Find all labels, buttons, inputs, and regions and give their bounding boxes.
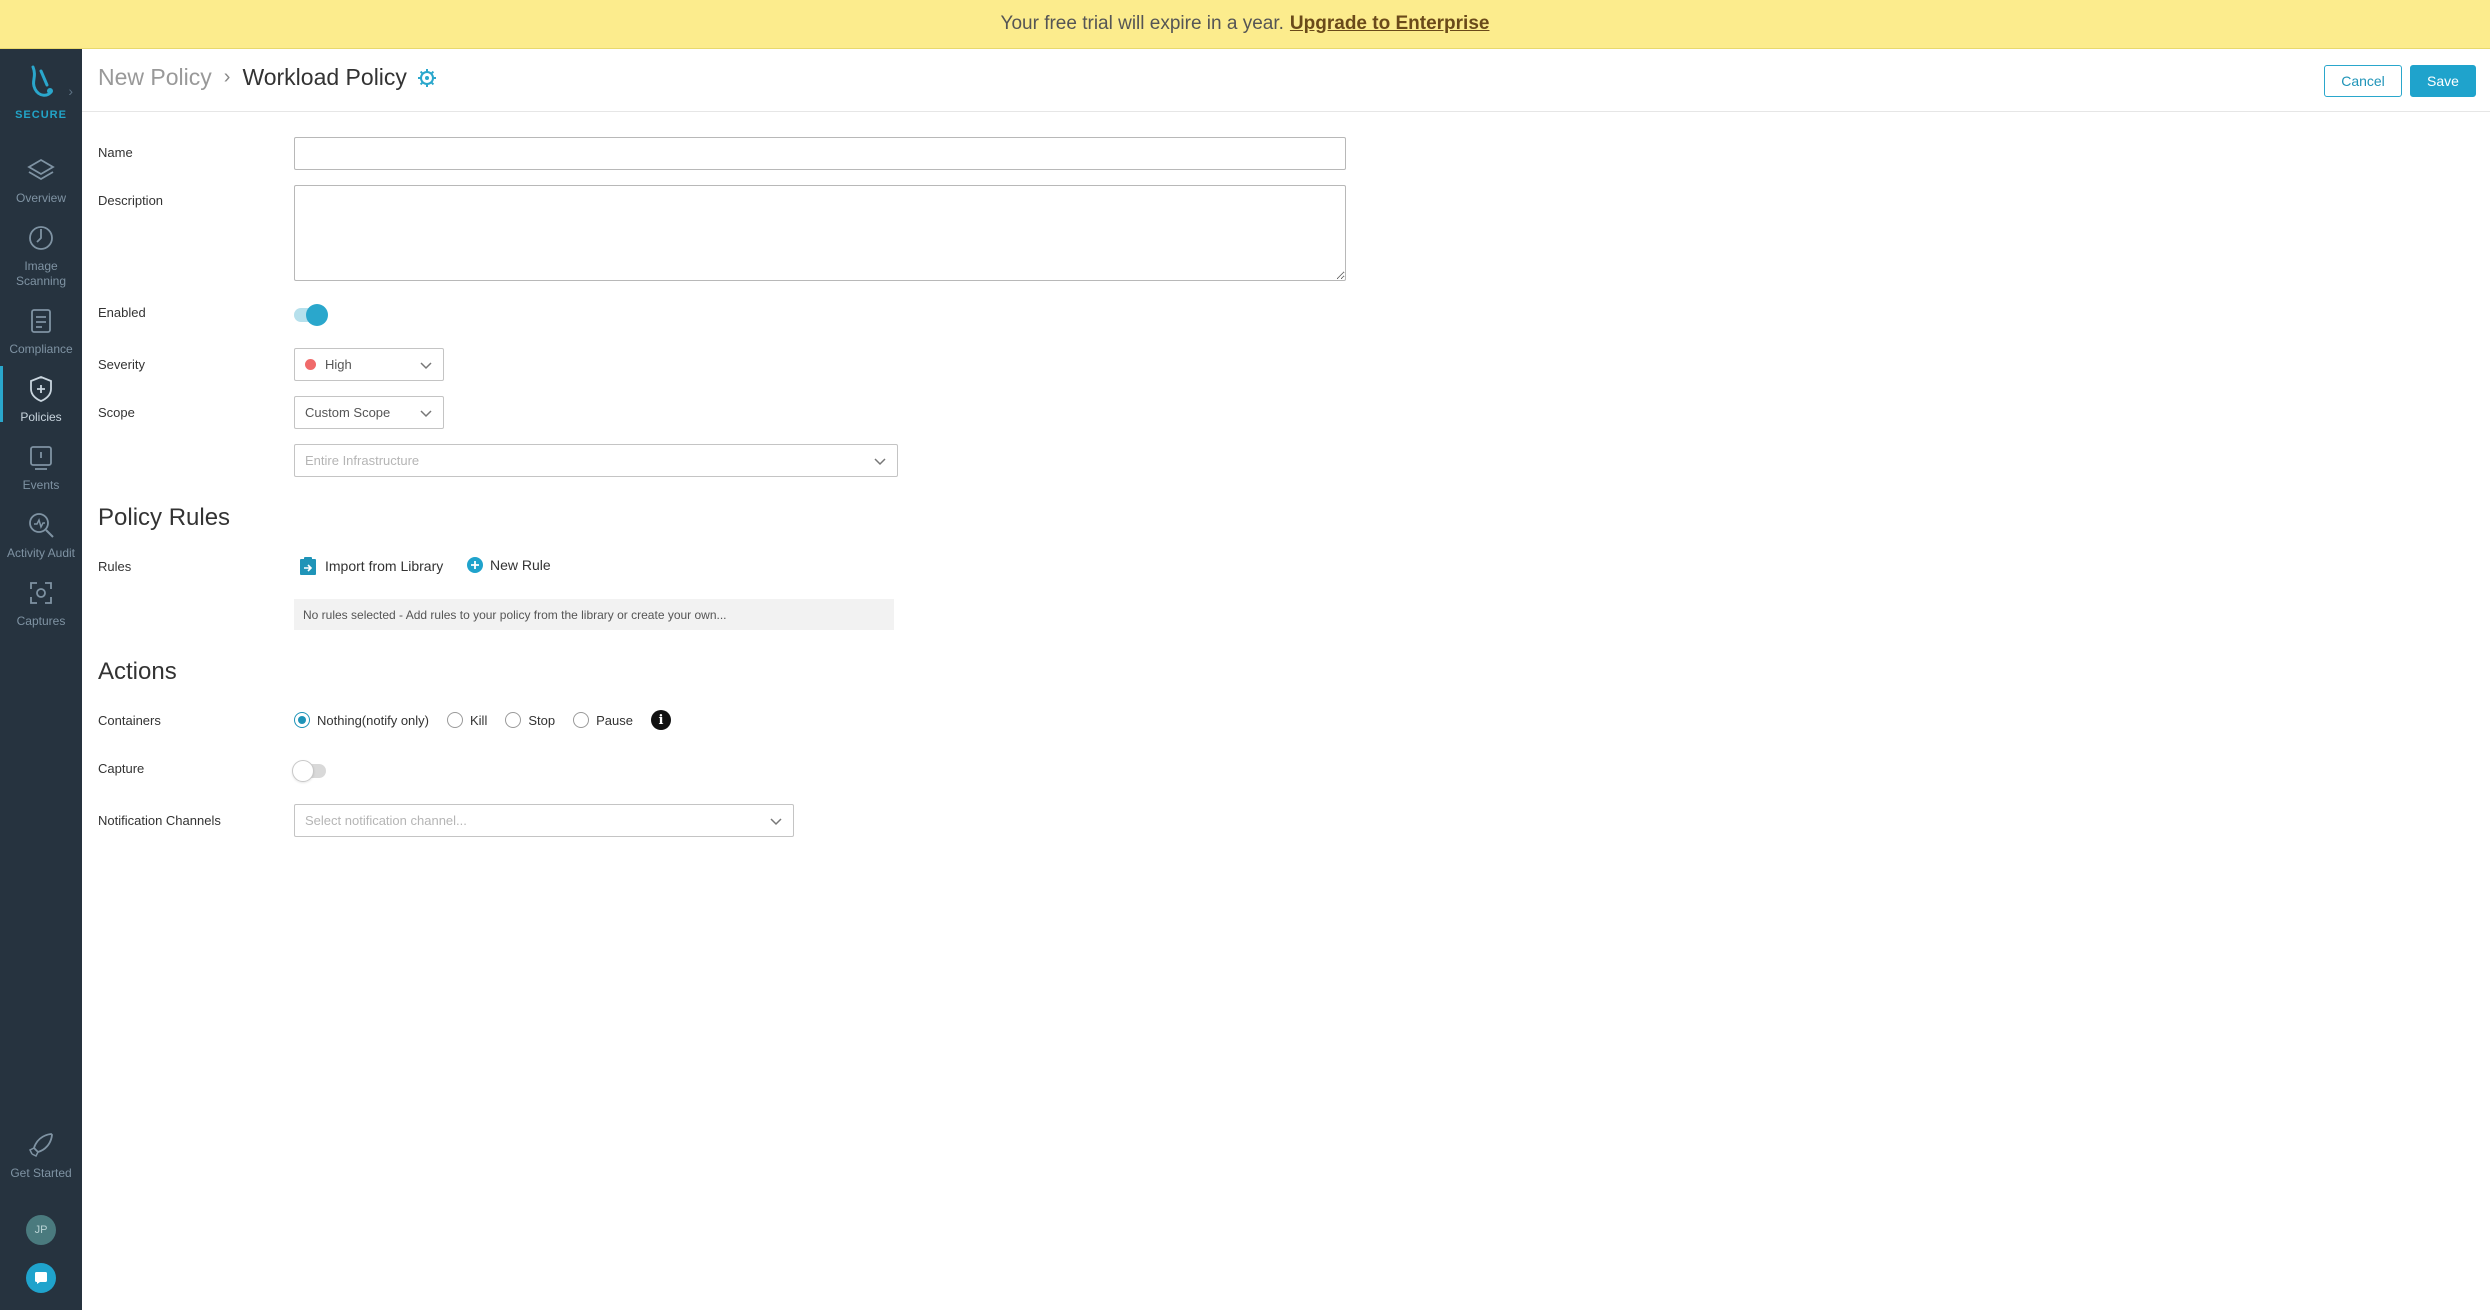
breadcrumb-parent[interactable]: New Policy (98, 64, 212, 91)
radio-label: Stop (528, 712, 556, 728)
radio-kill[interactable]: Kill (447, 712, 487, 728)
chevron-down-icon (874, 458, 886, 466)
radio-label: Nothing(notify only) (317, 712, 429, 728)
toggle-knob (292, 760, 314, 782)
radio-label: Kill (470, 712, 488, 728)
name-label: Name (98, 145, 133, 160)
sidebar: SECURE › Overview Image Scanning Complia… (0, 49, 82, 1310)
new-rule-label: New Rule (490, 557, 551, 573)
trial-banner: Your free trial will expire in a year. U… (0, 0, 2490, 49)
sidebar-item-label: Image Scanning (15, 259, 67, 288)
sidebar-item-captures[interactable]: Captures (0, 578, 82, 629)
enabled-label: Enabled (98, 305, 146, 320)
capture-toggle[interactable] (292, 760, 326, 782)
sidebar-item-label: Activity Audit (6, 546, 76, 560)
info-icon[interactable]: i (650, 710, 671, 730)
severity-select[interactable]: High (294, 348, 444, 381)
get-started-label: Get Started (10, 1166, 72, 1180)
scan-icon (29, 226, 53, 250)
capture-label: Capture (98, 761, 145, 776)
sidebar-item-compliance[interactable]: Compliance (0, 306, 82, 357)
radio-button[interactable] (573, 712, 590, 728)
save-button[interactable]: Save (2410, 65, 2476, 97)
import-from-library-button[interactable]: Import from Library (299, 556, 443, 576)
brand-label: SECURE (15, 109, 67, 121)
expand-chevron-icon[interactable]: › (68, 83, 73, 99)
rocket-icon (28, 1133, 53, 1158)
cancel-button[interactable]: Cancel (2324, 65, 2402, 97)
sidebar-item-events[interactable]: Events (0, 442, 82, 493)
capture-icon (30, 582, 52, 604)
scope-detail-placeholder: Entire Infrastructure (305, 453, 420, 468)
shield-icon (30, 376, 52, 402)
radio-button[interactable] (294, 712, 310, 728)
new-rule-button[interactable]: New Rule (466, 556, 551, 574)
sidebar-item-label: Compliance (9, 342, 73, 356)
avatar[interactable]: JP (26, 1215, 56, 1245)
notification-placeholder: Select notification channel... (305, 813, 467, 828)
sidebar-item-overview[interactable]: Overview (0, 155, 82, 206)
events-icon (30, 446, 52, 470)
sidebar-item-image-scanning[interactable]: Image Scanning (0, 223, 82, 289)
severity-dot-icon (305, 359, 316, 370)
containers-label: Containers (98, 713, 161, 728)
breadcrumb: New Policy › Workload Policy (98, 64, 437, 91)
enabled-toggle[interactable] (294, 304, 328, 326)
notification-channels-label: Notification Channels (98, 813, 221, 828)
sidebar-item-activity-audit[interactable]: Activity Audit (0, 510, 82, 561)
scope-label: Scope (98, 405, 135, 420)
radio-button[interactable] (505, 712, 522, 728)
description-textarea[interactable] (294, 185, 1346, 281)
layers-icon (27, 158, 55, 181)
sidebar-item-label: Events (22, 478, 60, 492)
clipboard-icon (31, 309, 51, 333)
trial-banner-text: Your free trial will expire in a year. (1000, 13, 1284, 34)
sidebar-item-label: Policies (20, 410, 62, 424)
get-started-button[interactable]: Get Started (0, 1130, 82, 1181)
gear-icon (417, 68, 436, 87)
radio-nothing[interactable]: Nothing(notify only) (294, 712, 429, 728)
chevron-down-icon (420, 410, 432, 418)
upgrade-link[interactable]: Upgrade to Enterprise (1290, 13, 1490, 35)
containers-radio-group: Nothing(notify only) Kill Stop Pause i (294, 710, 671, 730)
scope-detail-select[interactable]: Entire Infrastructure (294, 444, 898, 477)
scope-value: Custom Scope (305, 405, 391, 420)
scope-select[interactable]: Custom Scope (294, 396, 444, 429)
chat-icon (35, 1272, 47, 1284)
secure-logo-icon (31, 65, 53, 97)
plus-circle-icon (467, 557, 483, 573)
sidebar-item-label: Overview (15, 191, 66, 205)
policy-rules-heading: Policy Rules (98, 504, 231, 531)
page-title: Workload Policy (242, 64, 407, 90)
severity-label: Severity (98, 357, 145, 372)
import-from-library-label: Import from Library (325, 558, 444, 574)
chevron-down-icon (420, 362, 432, 370)
chat-button[interactable] (26, 1263, 56, 1293)
rules-empty-state: No rules selected - Add rules to your po… (294, 599, 894, 630)
severity-value: High (325, 357, 352, 372)
name-input[interactable] (294, 137, 1346, 170)
breadcrumb-separator-icon: › (223, 66, 231, 88)
page-header: New Policy › Workload Policy Cancel Save (82, 49, 2490, 112)
chevron-down-icon (770, 818, 782, 826)
brand-logo[interactable]: SECURE › (0, 63, 82, 143)
radio-label: Pause (596, 712, 633, 728)
notification-channel-select[interactable]: Select notification channel... (294, 804, 794, 837)
audit-icon (29, 513, 54, 538)
radio-stop[interactable]: Stop (505, 712, 555, 728)
sidebar-item-label: Captures (16, 614, 66, 628)
radio-button[interactable] (447, 712, 463, 728)
radio-pause[interactable]: Pause (573, 712, 633, 728)
rules-label: Rules (98, 559, 132, 574)
sidebar-item-policies[interactable]: Policies (0, 366, 82, 425)
toggle-knob (306, 304, 328, 326)
import-icon (300, 557, 316, 575)
rules-empty-text: No rules selected - Add rules to your po… (303, 607, 727, 622)
actions-heading: Actions (98, 658, 177, 685)
description-label: Description (98, 193, 164, 208)
